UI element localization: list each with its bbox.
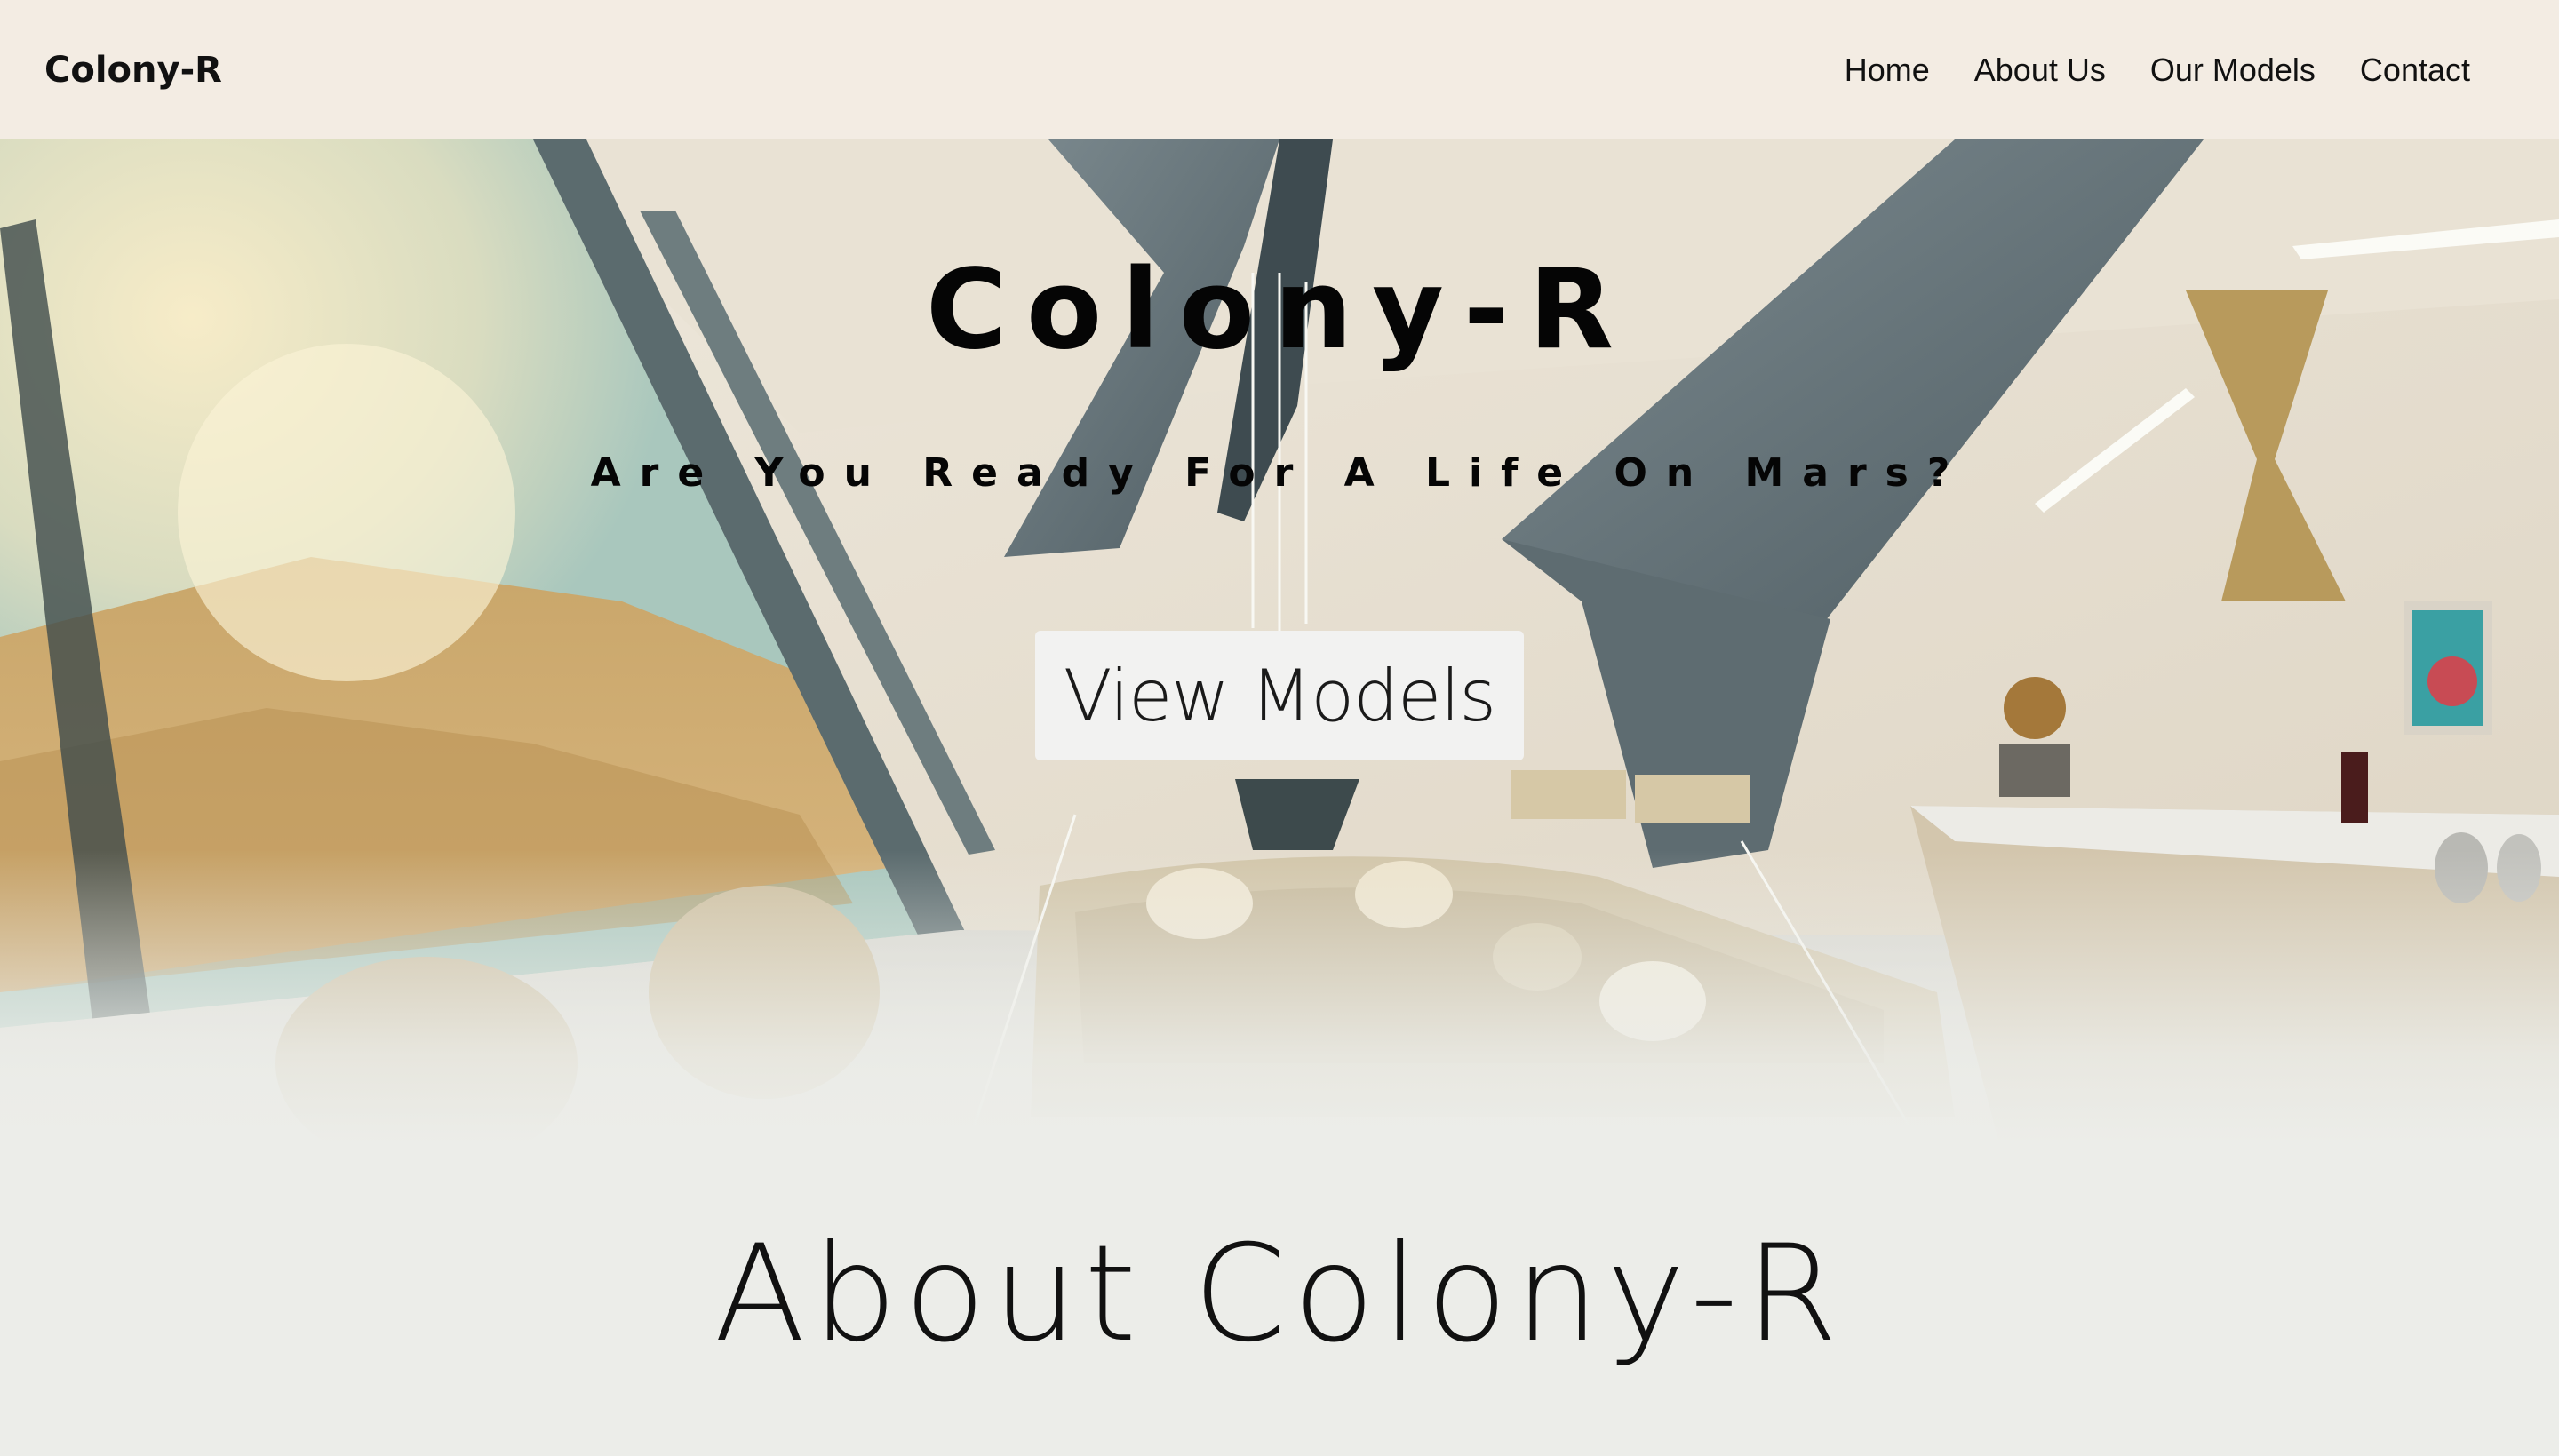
nav-link-about-us[interactable]: About Us	[1974, 52, 2106, 89]
hero-section: Colony-R Are You Ready For A Life On Mar…	[0, 139, 2559, 1143]
hero-title: Colony-R	[926, 246, 1633, 374]
brand-logo-link[interactable]: Colony-R	[44, 50, 222, 91]
nav-link-home[interactable]: Home	[1845, 52, 1930, 89]
hero-bottom-fade	[0, 850, 2559, 1143]
nav-links: Home About Us Our Models Contact	[1845, 52, 2515, 89]
nav-link-contact[interactable]: Contact	[2360, 52, 2470, 89]
top-navbar: Colony-R Home About Us Our Models Contac…	[0, 0, 2559, 139]
nav-link-our-models[interactable]: Our Models	[2150, 52, 2316, 89]
about-section-title: About Colony-R	[713, 1217, 1846, 1372]
hero-subtitle: Are You Ready For A Life On Mars?	[590, 450, 1969, 496]
view-models-button[interactable]: View Models	[1035, 631, 1524, 760]
